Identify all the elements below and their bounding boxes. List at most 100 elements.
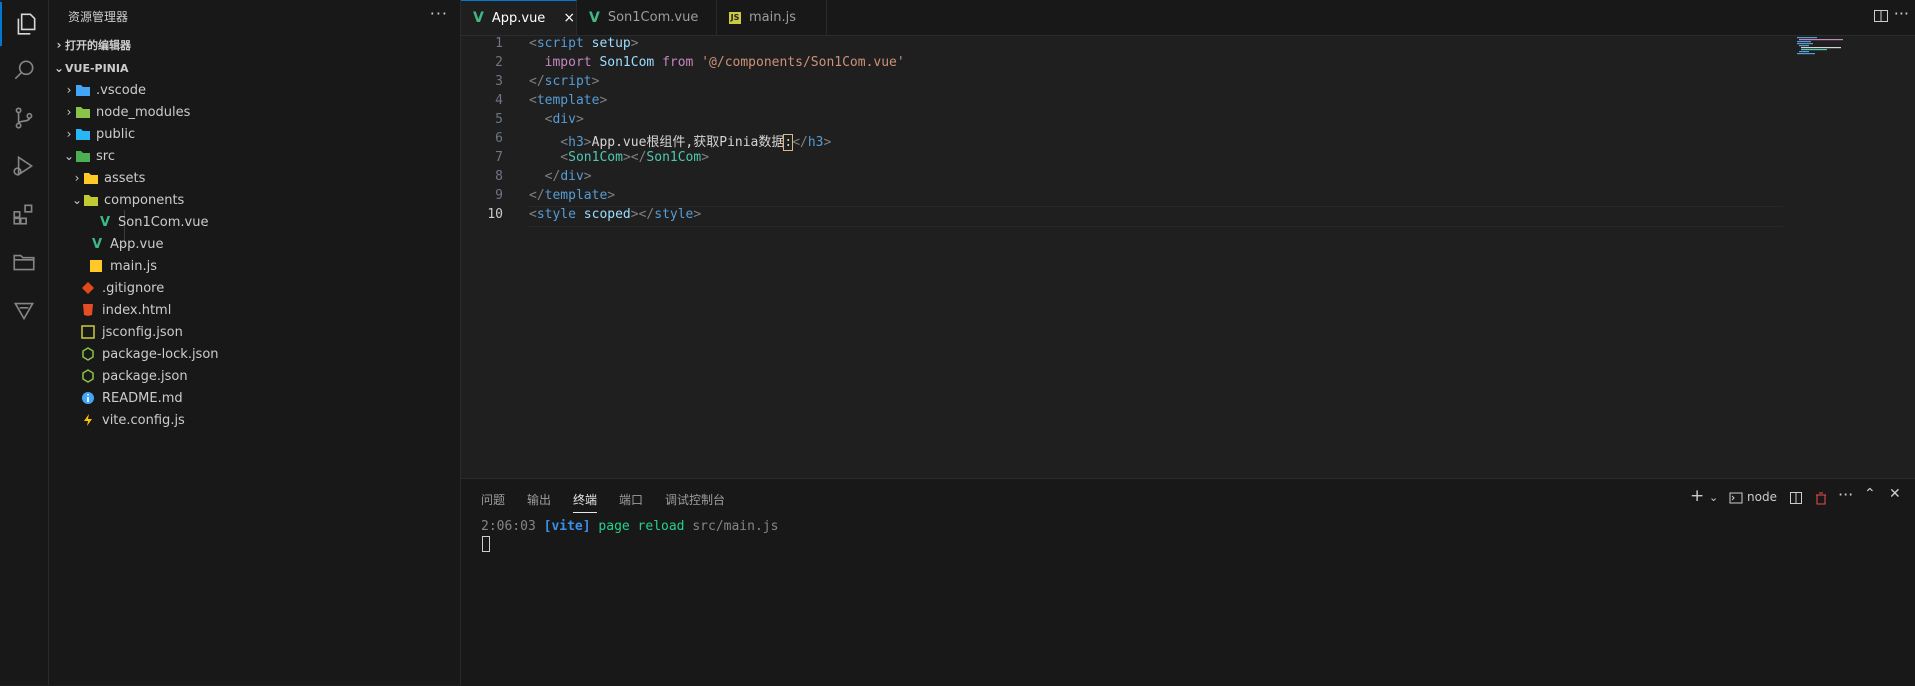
line-number: 10 xyxy=(487,207,503,222)
split-terminal-icon[interactable] xyxy=(1789,491,1803,505)
project-label: VUE-PINIA xyxy=(65,61,129,75)
terminal-cursor xyxy=(482,536,490,552)
tree-item-label: .gitignore xyxy=(102,280,165,296)
panel-tab-problems[interactable]: 问题 xyxy=(481,491,505,508)
line-number: 6 xyxy=(495,131,503,146)
tree-item-vscode[interactable]: › .vscode xyxy=(49,79,474,101)
panel-more-button[interactable]: ··· xyxy=(1838,485,1853,504)
tree-item-assets[interactable]: › assets xyxy=(49,167,482,189)
explorer-sidebar: 资源管理器 ··· › 打开的编辑器 ⌄ VUE-PINIA › .vscode… xyxy=(49,0,461,685)
run-debug-icon[interactable] xyxy=(0,144,48,188)
nodejs-file-icon xyxy=(81,369,97,383)
panel-tab-debug-console[interactable]: 调试控制台 xyxy=(665,491,725,508)
vue-icon: V xyxy=(473,10,484,26)
tree-item-label: README.md xyxy=(102,390,183,406)
line-number: 9 xyxy=(495,188,503,203)
chevron-down-icon: ⌄ xyxy=(63,149,75,163)
tree-item-node-modules[interactable]: › node_modules xyxy=(49,101,474,123)
line-number: 8 xyxy=(495,169,503,184)
terminal-icon xyxy=(1729,492,1743,504)
source-control-icon[interactable] xyxy=(0,96,48,140)
code-editor[interactable]: 1 2 3 4 5 6 7 8 9 10 <script setup> impo… xyxy=(461,36,1915,478)
chevron-right-icon: › xyxy=(74,171,80,185)
tree-item-label: index.html xyxy=(102,302,172,318)
html-file-icon xyxy=(81,303,97,317)
chevron-down-icon: ⌄ xyxy=(53,61,65,75)
tree-item-package-lock[interactable]: package-lock.json xyxy=(49,343,492,365)
tree-item-son1com[interactable]: V Son1Com.vue xyxy=(49,211,508,233)
terminal-output-line: 2:06:03 [vite] page reload src/main.js xyxy=(481,519,779,534)
remote-explorer-icon[interactable] xyxy=(0,240,48,284)
open-editors-section[interactable]: › 打开的编辑器 xyxy=(49,34,464,56)
panel-tab-terminal[interactable]: 终端 xyxy=(573,491,598,513)
line-number: 5 xyxy=(495,112,503,127)
trash-icon[interactable] xyxy=(1814,491,1828,505)
code-line: <h3>App.vue根组件,获取Pinia数据:</h3> xyxy=(529,134,832,151)
js-file-icon xyxy=(89,259,105,273)
chevron-right-icon: › xyxy=(66,105,72,119)
tab-main-js[interactable]: JS main.js xyxy=(717,0,827,35)
panel-tab-output[interactable]: 输出 xyxy=(527,491,551,508)
tab-label: App.vue xyxy=(491,10,546,26)
tree-item-vite-config[interactable]: vite.config.js xyxy=(49,409,492,431)
tree-item-jsconfig[interactable]: jsconfig.json xyxy=(49,321,492,343)
line-number: 3 xyxy=(495,74,503,89)
folder-vscode-icon xyxy=(75,83,91,97)
tree-item-gitignore[interactable]: .gitignore xyxy=(49,277,492,299)
tree-item-public[interactable]: › public xyxy=(49,123,474,145)
line-number: 1 xyxy=(495,36,503,51)
tree-item-components[interactable]: ⌄ components xyxy=(49,189,482,211)
code-line: </script> xyxy=(529,74,600,89)
tree-item-label: src xyxy=(96,148,115,164)
vue-file-icon: V xyxy=(99,215,111,230)
tree-item-app-vue[interactable]: V App.vue xyxy=(49,233,500,255)
folder-public-icon xyxy=(75,127,91,141)
panel-tab-ports[interactable]: 端口 xyxy=(619,491,643,508)
close-panel-icon[interactable]: ✕ xyxy=(1889,486,1901,502)
line-number: 4 xyxy=(495,93,503,108)
code-line: <style scoped></style> xyxy=(529,207,702,222)
folder-components-icon xyxy=(83,193,99,207)
code-line: <Son1Com></Son1Com> xyxy=(529,150,710,165)
tree-item-label: node_modules xyxy=(96,104,191,120)
vitest-icon[interactable] xyxy=(0,288,48,332)
explorer-icon[interactable] xyxy=(0,2,50,46)
tree-item-package-json[interactable]: package.json xyxy=(49,365,492,387)
close-icon[interactable]: × xyxy=(563,10,575,26)
code-line: import Son1Com from '@/components/Son1Co… xyxy=(529,55,905,70)
split-editor-icon[interactable] xyxy=(1873,8,1889,24)
chevron-down-icon: ⌄ xyxy=(71,193,83,207)
tab-son1com-vue[interactable]: V Son1Com.vue xyxy=(577,0,717,35)
project-section[interactable]: ⌄ VUE-PINIA xyxy=(49,57,464,79)
git-file-icon xyxy=(81,281,97,295)
vue-icon: V xyxy=(589,9,600,26)
tree-item-readme[interactable]: README.md xyxy=(49,387,492,409)
tree-item-label: main.js xyxy=(110,258,157,274)
chevron-down-icon[interactable]: ⌄ xyxy=(1709,491,1718,504)
new-terminal-plus-icon[interactable]: + xyxy=(1690,486,1704,506)
more-actions-button[interactable]: ··· xyxy=(430,4,448,23)
folder-src-icon xyxy=(75,149,91,163)
open-editors-label: 打开的编辑器 xyxy=(65,39,131,52)
folder-assets-icon xyxy=(83,171,99,185)
search-icon[interactable] xyxy=(0,48,48,92)
terminal-name[interactable]: node xyxy=(1747,490,1777,504)
code-line: </div> xyxy=(529,169,592,184)
bottom-panel: 问题 输出 终端 端口 调试控制台 + ⌄ node ··· ⌃ ✕ 2:06:… xyxy=(461,478,1915,686)
editor-tab-bar: V App.vue × V Son1Com.vue JS main.js ··· xyxy=(461,0,1915,36)
tree-item-main-js[interactable]: main.js xyxy=(49,255,500,277)
tree-item-label: App.vue xyxy=(110,236,164,252)
maximize-panel-icon[interactable]: ⌃ xyxy=(1864,486,1876,502)
tree-item-index-html[interactable]: index.html xyxy=(49,299,492,321)
extensions-icon[interactable] xyxy=(0,192,48,236)
tree-item-label: package.json xyxy=(102,368,188,384)
chevron-right-icon: › xyxy=(66,127,72,141)
minimap[interactable] xyxy=(1795,36,1855,56)
editor-more-button[interactable]: ··· xyxy=(1894,4,1909,23)
tab-app-vue[interactable]: V App.vue × xyxy=(461,0,577,35)
tree-item-src[interactable]: ⌄ src xyxy=(49,145,474,167)
tree-item-label: vite.config.js xyxy=(102,412,185,428)
vite-bolt-icon xyxy=(81,413,97,427)
tab-label: main.js xyxy=(749,10,796,25)
tree-item-label: public xyxy=(96,126,136,142)
